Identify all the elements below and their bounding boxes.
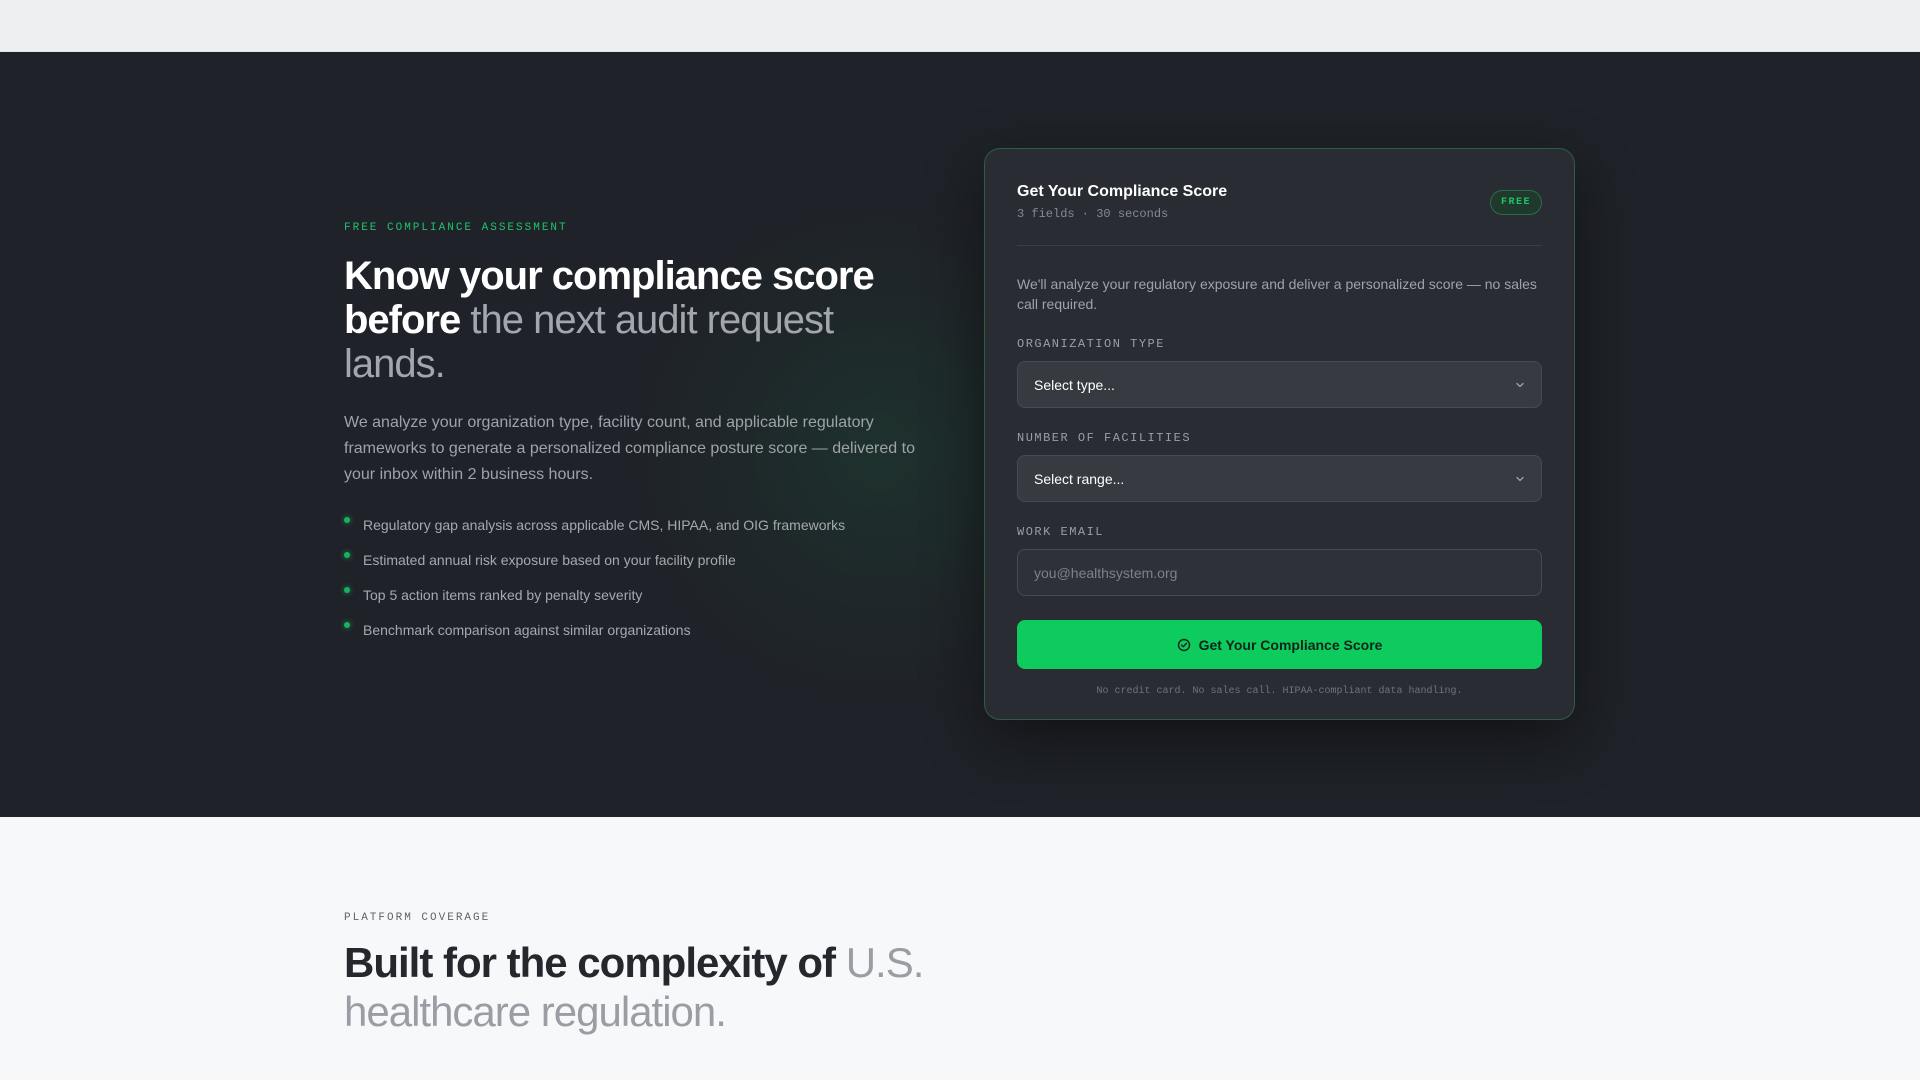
feature-list: Regulatory gap analysis across applicabl…: [344, 516, 924, 639]
get-score-button[interactable]: Get Your Compliance Score: [1017, 620, 1542, 669]
bullet-dot-icon: [344, 587, 350, 593]
hero-description: We analyze your organization type, facil…: [344, 414, 915, 483]
card-heading: Get Your Compliance Score 3 fields · 30 …: [1017, 182, 1227, 221]
hero-eyebrow: FREE COMPLIANCE ASSESSMENT: [344, 222, 568, 234]
top-nav-bar: [0, 0, 1920, 52]
chevron-down-icon: [1516, 476, 1524, 481]
free-badge: FREE: [1489, 190, 1542, 215]
hero-content: FREE COMPLIANCE ASSESSMENT Know your com…: [344, 222, 924, 656]
get-score-button-label: Get Your Compliance Score: [1198, 636, 1383, 653]
org-type-select-value: Select type...: [1034, 376, 1115, 393]
coverage-title: Built for the complexity of U.S. healthc…: [344, 938, 1044, 1036]
feature-item-label: Regulatory gap analysis across applicabl…: [363, 517, 846, 533]
facilities-select[interactable]: Select range...: [1017, 455, 1542, 502]
work-email-label: WORK EMAIL: [1017, 525, 1105, 539]
feature-item: Regulatory gap analysis across applicabl…: [344, 516, 924, 534]
org-type-label: ORGANIZATION TYPE: [1017, 337, 1165, 351]
compliance-score-form-card: Get Your Compliance Score 3 fields · 30 …: [984, 148, 1575, 720]
feature-item: Top 5 action items ranked by penalty sev…: [344, 586, 924, 604]
feature-item-label: Estimated annual risk exposure based on …: [363, 552, 736, 568]
hero-title: Know your compliance score before the ne…: [344, 254, 924, 386]
coverage-eyebrow: PLATFORM COVERAGE: [344, 912, 491, 924]
bullet-dot-icon: [344, 622, 350, 628]
facilities-label: NUMBER OF FACILITIES: [1017, 431, 1192, 445]
chevron-down-icon: [1516, 382, 1524, 387]
work-email-input[interactable]: [1017, 549, 1542, 596]
platform-coverage-section: PLATFORM COVERAGE Built for the complexi…: [344, 912, 1044, 1036]
feature-item-label: Benchmark comparison against similar org…: [363, 622, 691, 638]
feature-item: Estimated annual risk exposure based on …: [344, 551, 924, 569]
facilities-select-value: Select range...: [1034, 470, 1125, 487]
feature-item-label: Top 5 action items ranked by penalty sev…: [363, 587, 643, 603]
card-title: Get Your Compliance Score: [1017, 183, 1228, 200]
form-fineprint: No credit card. No sales call. HIPAA-com…: [1096, 686, 1463, 697]
card-intro: We'll analyze your regulatory exposure a…: [1017, 276, 1537, 312]
card-header: Get Your Compliance Score 3 fields · 30 …: [1017, 182, 1542, 246]
hero-section: FREE COMPLIANCE ASSESSMENT Know your com…: [0, 52, 1920, 817]
check-circle-icon: [1177, 638, 1190, 651]
bullet-dot-icon: [344, 517, 350, 523]
card-subtitle: 3 fields · 30 seconds: [1017, 207, 1169, 221]
feature-item: Benchmark comparison against similar org…: [344, 621, 924, 639]
coverage-title-strong: Built for the complexity of: [344, 939, 836, 986]
org-type-select[interactable]: Select type...: [1017, 361, 1542, 408]
bullet-dot-icon: [344, 552, 350, 558]
